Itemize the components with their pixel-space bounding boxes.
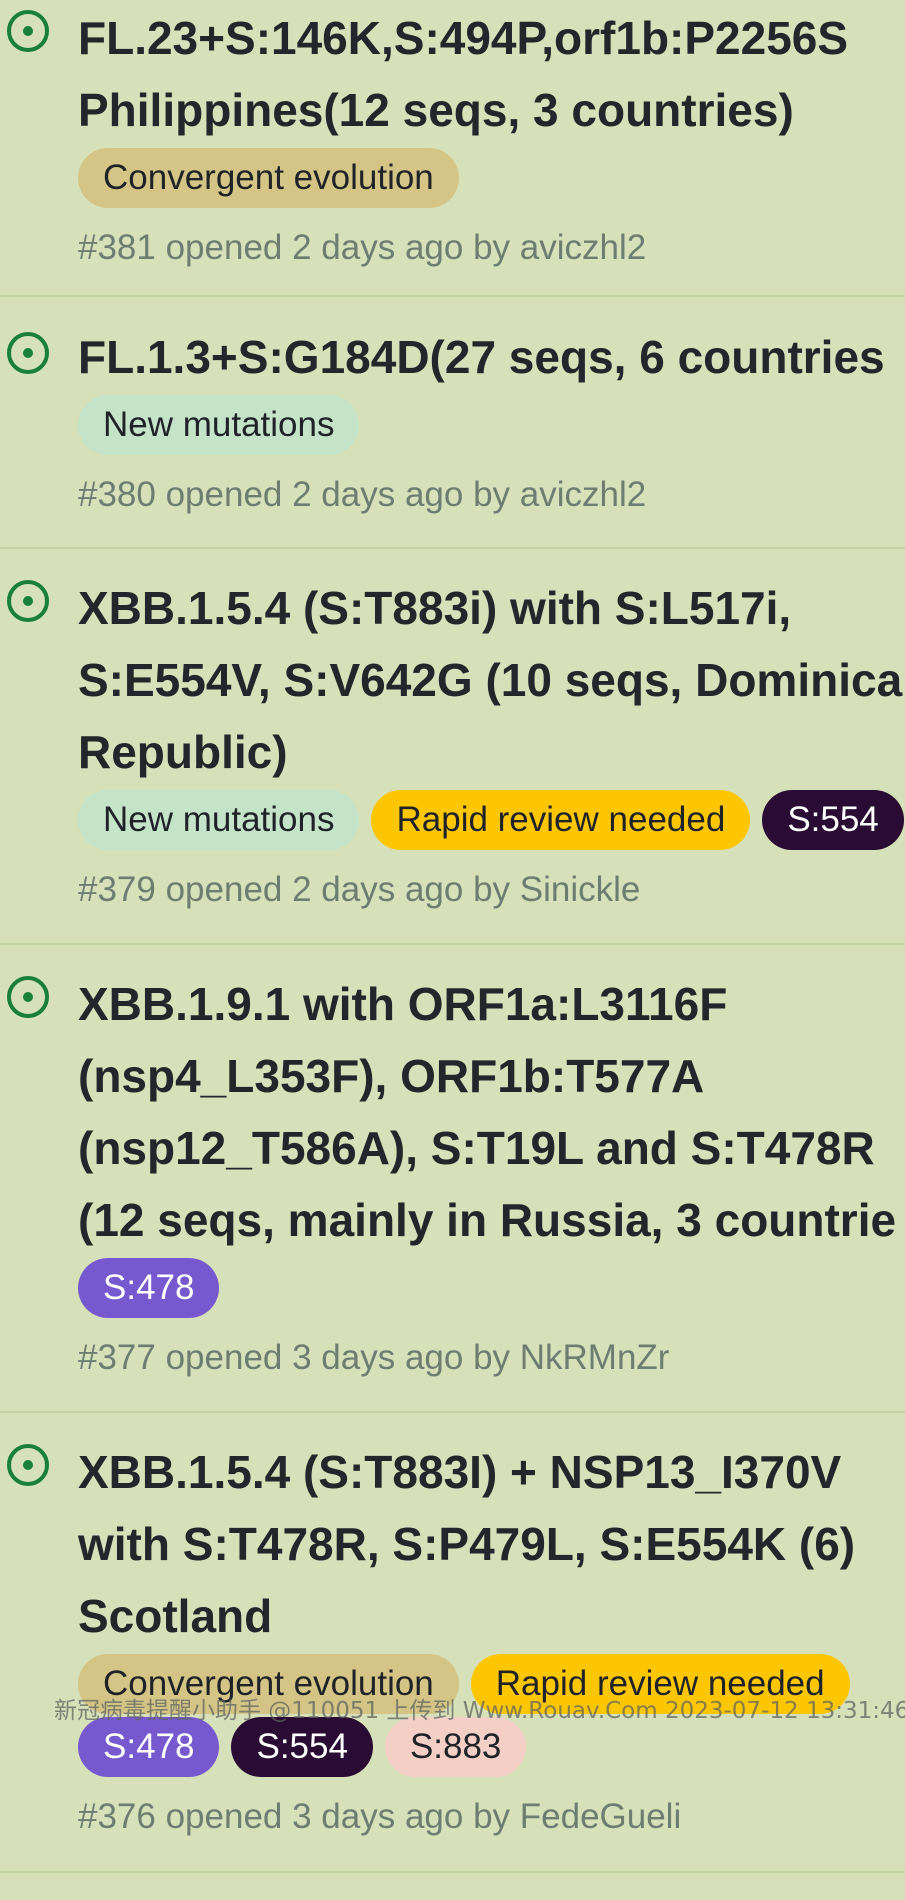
label-convergent-evolution[interactable]: Convergent evolution [78,148,459,208]
issue-item[interactable]: FL.1.3+S:G184D(27 seqs, 6 countries New … [0,297,905,549]
label-new-mutations[interactable]: New mutations [78,790,360,850]
issue-title-line: (nsp4_L353F), ORF1b:T577A [78,1050,705,1102]
issue-title[interactable]: XBB.1.5.4 (S:T883i) with S:L517i, S:E554… [78,572,905,788]
issue-item[interactable]: XBB.1.5.4 (S:T883I) + NSP13_I370V with S… [0,1413,905,1873]
issue-meta: #381 opened 2 days ago by aviczhl2 [78,228,647,267]
label-list: New mutations [78,395,905,455]
open-issue-icon [7,332,49,374]
issue-title-line: FL.1.3+S:G184D(27 seqs, 6 countries [78,331,885,383]
issue-meta: #377 opened 3 days ago by NkRMnZr [78,1338,670,1377]
open-issue-icon [7,580,49,622]
issue-title-line: FL.23+S:146K,S:494P,orf1b:P2256S [78,12,849,64]
open-issue-icon [7,1444,49,1486]
label-list: S:478 [78,1258,905,1318]
label-s478[interactable]: S:478 [78,1717,220,1777]
issue-title-line: XBB.1.9.1 with ORF1a:L3116F [78,978,728,1030]
label-list: Convergent evolution [78,148,905,208]
issue-title-line: S:E554V, S:V642G (10 seqs, Dominica [78,654,903,706]
issue-title-line: Republic) [78,726,288,778]
issue-meta: #379 opened 2 days ago by Sinickle [78,870,641,909]
label-s478[interactable]: S:478 [78,1258,220,1318]
issue-title-line: (nsp12_T586A), S:T19L and S:T478R [78,1122,875,1174]
issue-title[interactable]: XBB.1.9.1 with ORF1a:L3116F (nsp4_L353F)… [78,968,905,1256]
upload-watermark: 新冠病毒提醒小助手 @110051 上传到 Www.Rouav.Com 2023… [54,1698,905,1724]
issue-title-line: Philippines(12 seqs, 3 countries) [78,84,794,136]
issue-item[interactable]: XBB.1.5.4 (S:T883i) with S:L517i, S:E554… [0,549,905,945]
open-issue-icon [7,976,49,1018]
issue-title-line: with S:T478R, S:P479L, S:E554K (6) [78,1518,856,1570]
label-new-mutations[interactable]: New mutations [78,395,360,455]
issue-item[interactable]: XBB.1.9.1 with ORF1a:L3116F (nsp4_L353F)… [0,945,905,1413]
label-s883[interactable]: S:883 [384,1717,527,1777]
label-rapid-review-needed[interactable]: Rapid review needed [371,790,751,850]
issue-title-line: Scotland [78,1590,273,1642]
issue-title-line: (12 seqs, mainly in Russia, 3 countrie [78,1194,897,1246]
issue-title[interactable]: FL.23+S:146K,S:494P,orf1b:P2256S Philipp… [78,2,905,146]
issue-title-line: XBB.1.5.4 (S:T883i) with S:L517i, [78,582,792,634]
open-issue-icon [7,10,49,52]
issue-title-line: XBB.1.5.4 (S:T883I) + NSP13_I370V [78,1446,842,1498]
label-s554[interactable]: S:554 [231,1717,373,1777]
issue-meta: #380 opened 2 days ago by aviczhl2 [78,475,647,514]
issue-list: FL.23+S:146K,S:494P,orf1b:P2256S Philipp… [0,0,905,1873]
issue-title[interactable]: XBB.1.5.4 (S:T883I) + NSP13_I370V with S… [78,1436,905,1652]
label-list: S:478 S:554 S:883 [78,1717,905,1777]
issue-meta: #376 opened 3 days ago by FedeGueli [78,1797,682,1836]
label-s554[interactable]: S:554 [762,790,904,850]
issue-item[interactable]: FL.23+S:146K,S:494P,orf1b:P2256S Philipp… [0,0,905,297]
label-list: New mutations Rapid review needed S:554 [78,790,905,850]
issue-title[interactable]: FL.1.3+S:G184D(27 seqs, 6 countries [78,321,905,393]
